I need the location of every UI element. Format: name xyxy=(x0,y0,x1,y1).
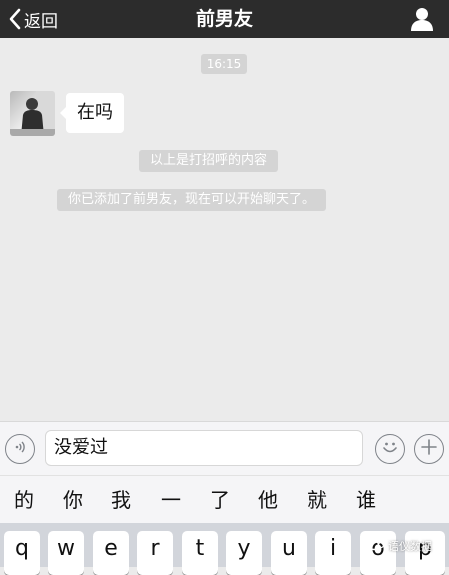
more-button[interactable] xyxy=(414,434,444,464)
navigation-bar: 返回 前男友 xyxy=(0,0,449,38)
timestamp: 16:15 xyxy=(201,54,247,74)
key-q[interactable]: q xyxy=(4,531,40,575)
candidate-word[interactable]: 你 xyxy=(53,476,93,524)
message-bubble[interactable]: 在吗 xyxy=(60,93,124,133)
watermark-label: 语仪数据 xyxy=(388,540,432,553)
candidate-word[interactable]: 一 xyxy=(151,476,191,524)
candidate-word[interactable]: 谁 xyxy=(346,476,386,524)
key-u[interactable]: u xyxy=(271,531,307,575)
candidate-word[interactable]: 我 xyxy=(101,476,141,524)
candidate-word[interactable]: 他 xyxy=(248,476,288,524)
input-bar: 没爱过 xyxy=(0,421,449,475)
candidate-word[interactable]: 的 xyxy=(4,476,44,524)
system-message: 你已添加了前男友，现在可以开始聊天了。 xyxy=(57,189,327,211)
chat-title: 前男友 xyxy=(195,8,253,30)
key-i[interactable]: i xyxy=(315,531,351,575)
contact-avatar[interactable] xyxy=(10,91,55,136)
voice-icon xyxy=(12,439,28,459)
back-chevron-icon xyxy=(8,8,22,30)
system-message: 以上是打招呼的内容 xyxy=(139,150,279,172)
key-w[interactable]: w xyxy=(48,531,84,575)
key-t[interactable]: t xyxy=(182,531,218,575)
emoji-button[interactable] xyxy=(375,434,405,464)
profile-icon xyxy=(409,8,435,36)
candidate-word[interactable]: 就 xyxy=(297,476,337,524)
key-r[interactable]: r xyxy=(137,531,173,575)
candidate-bar: 的 你 我 一 了 他 就 谁 xyxy=(0,475,449,524)
chat-area: 16:15 在吗 以上是打招呼的内容 你已添加了前男友，现在可以开始聊天了。 xyxy=(0,38,449,421)
watermark-logo-icon xyxy=(366,538,388,555)
key-y[interactable]: y xyxy=(226,531,262,575)
message-input[interactable]: 没爱过 xyxy=(45,430,363,466)
watermark: 语仪数据 xyxy=(366,537,432,555)
back-label: 返回 xyxy=(24,11,58,32)
plus-icon xyxy=(420,438,438,460)
profile-button[interactable] xyxy=(409,6,435,32)
candidate-word[interactable]: 了 xyxy=(200,476,240,524)
voice-button[interactable] xyxy=(5,434,35,464)
key-e[interactable]: e xyxy=(93,531,129,575)
emoji-icon xyxy=(379,436,401,462)
back-button[interactable]: 返回 xyxy=(8,7,58,32)
